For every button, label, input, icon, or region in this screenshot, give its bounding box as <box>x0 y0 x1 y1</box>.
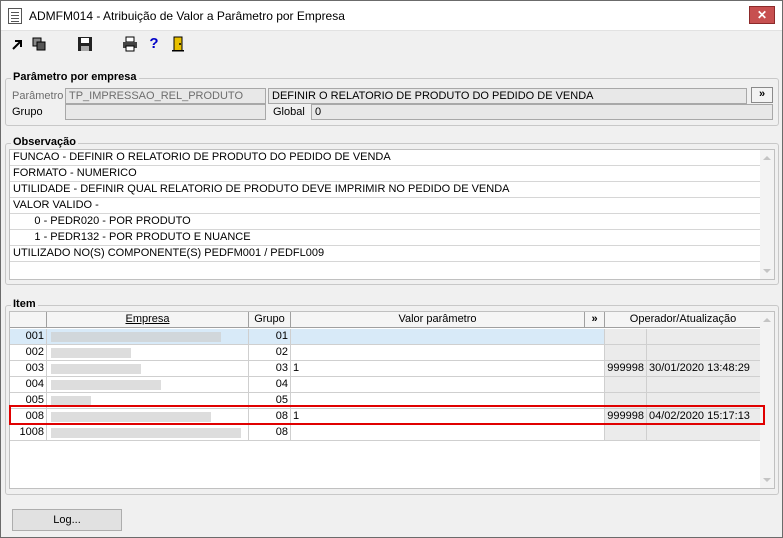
cell-atualizacao <box>647 345 761 361</box>
observacao-line: UTILIDADE - DEFINIR QUAL RELATORIO DE PR… <box>10 182 761 198</box>
header-codigo <box>10 312 47 328</box>
item-grid[interactable]: Empresa Grupo Valor parâmetro » Operador… <box>9 311 775 489</box>
print-icon[interactable] <box>121 35 139 53</box>
cell-empresa <box>47 345 249 361</box>
cell-valor[interactable] <box>291 345 605 361</box>
cell-atualizacao <box>647 377 761 393</box>
observacao-line: UTILIZADO NO(S) COMPONENTE(S) PEDFM001 /… <box>10 246 761 262</box>
cell-operador: 999998 <box>605 361 647 377</box>
toolbar: ? <box>3 32 780 56</box>
cell-grupo: 03 <box>249 361 291 377</box>
observacao-line: 0 - PEDR020 - POR PRODUTO <box>10 214 761 230</box>
cell-grupo: 02 <box>249 345 291 361</box>
item-grid-scrollbar[interactable] <box>760 312 774 488</box>
cell-codigo: 001 <box>10 329 47 345</box>
log-button[interactable]: Log... <box>12 509 122 531</box>
global-field[interactable]: 0 <box>311 104 773 120</box>
copy-icon[interactable] <box>30 35 48 53</box>
cell-valor[interactable] <box>291 377 605 393</box>
header-valor[interactable]: Valor parâmetro <box>291 312 585 328</box>
parametro-group-title: Parâmetro por empresa <box>11 71 139 83</box>
grid-header: Empresa Grupo Valor parâmetro » Operador… <box>10 312 761 328</box>
global-label: Global <box>273 106 305 118</box>
header-empresa[interactable]: Empresa <box>47 312 249 328</box>
window-title: ADMFM014 - Atribuição de Valor a Parâmet… <box>29 9 345 23</box>
cell-codigo: 002 <box>10 345 47 361</box>
parametro-label: Parâmetro <box>12 90 64 102</box>
grupo-label: Grupo <box>12 106 43 118</box>
cell-grupo: 04 <box>249 377 291 393</box>
cell-operador <box>605 329 647 345</box>
cell-valor[interactable]: 1 <box>291 361 605 377</box>
cell-empresa <box>47 329 249 345</box>
exit-door-icon[interactable] <box>169 35 187 53</box>
help-icon[interactable]: ? <box>145 35 163 53</box>
cell-grupo: 01 <box>249 329 291 345</box>
header-more-button[interactable]: » <box>585 312 605 328</box>
parametro-more-button[interactable]: » <box>751 87 773 103</box>
cell-empresa <box>47 361 249 377</box>
descricao-field[interactable]: DEFINIR O RELATORIO DE PRODUTO DO PEDIDO… <box>268 88 747 104</box>
observacao-group-title: Observação <box>11 136 78 148</box>
scroll-down-icon[interactable] <box>763 269 771 273</box>
observacao-scrollbar[interactable] <box>760 150 774 279</box>
item-group-title: Item <box>11 298 38 310</box>
cell-operador <box>605 425 647 441</box>
main-window: ADMFM014 - Atribuição de Valor a Parâmet… <box>0 0 783 538</box>
highlighted-row-outline <box>9 405 765 425</box>
cell-atualizacao <box>647 329 761 345</box>
observacao-line: FORMATO - NUMERICO <box>10 166 761 182</box>
cell-operador <box>605 377 647 393</box>
arrow-icon[interactable] <box>9 35 27 53</box>
header-grupo[interactable]: Grupo <box>249 312 291 328</box>
cell-atualizacao <box>647 425 761 441</box>
observacao-text-area[interactable]: FUNCAO - DEFINIR O RELATORIO DE PRODUTO … <box>9 149 775 280</box>
grupo-field[interactable] <box>65 104 266 120</box>
observacao-line: VALOR VALIDO - <box>10 198 761 214</box>
cell-empresa <box>47 425 249 441</box>
cell-codigo: 003 <box>10 361 47 377</box>
scroll-down-icon[interactable] <box>763 478 771 482</box>
save-icon[interactable] <box>76 35 94 53</box>
header-operador[interactable]: Operador/Atualização <box>605 312 761 328</box>
cell-valor[interactable] <box>291 425 605 441</box>
cell-valor[interactable] <box>291 329 605 345</box>
cell-operador <box>605 345 647 361</box>
cell-empresa <box>47 377 249 393</box>
scroll-up-icon[interactable] <box>763 318 771 322</box>
cell-codigo: 1008 <box>10 425 47 441</box>
document-icon <box>8 8 22 24</box>
cell-codigo: 004 <box>10 377 47 393</box>
close-button[interactable]: ✕ <box>749 6 775 24</box>
parametro-field[interactable]: TP_IMPRESSAO_REL_PRODUTO <box>65 88 266 104</box>
cell-atualizacao: 30/01/2020 13:48:29 <box>647 361 761 377</box>
title-bar[interactable]: ADMFM014 - Atribuição de Valor a Parâmet… <box>1 1 782 31</box>
observacao-line: 1 - PEDR132 - POR PRODUTO E NUANCE <box>10 230 761 246</box>
scroll-up-icon[interactable] <box>763 156 771 160</box>
cell-grupo: 08 <box>249 425 291 441</box>
observacao-line: FUNCAO - DEFINIR O RELATORIO DE PRODUTO … <box>10 150 761 166</box>
